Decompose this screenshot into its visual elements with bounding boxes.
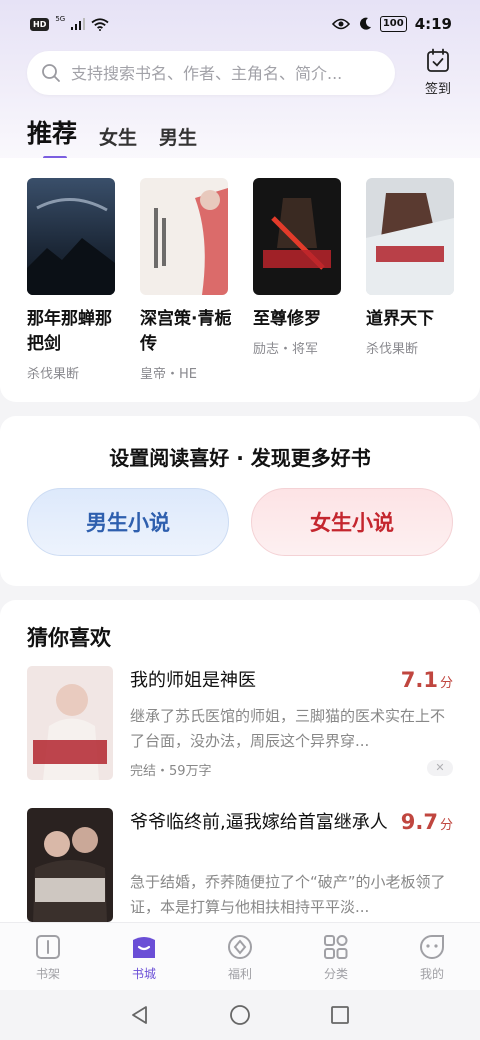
book-cover bbox=[27, 808, 113, 922]
nav-welfare[interactable]: 福利 bbox=[192, 923, 288, 990]
back-icon[interactable] bbox=[129, 1004, 151, 1026]
status-bar: HD 5G 100 4:19 bbox=[0, 0, 480, 48]
score-unit: 分 bbox=[439, 818, 453, 833]
book-cover bbox=[253, 178, 341, 295]
score-unit: 分 bbox=[439, 676, 453, 691]
nav-bookshelf[interactable]: 书架 bbox=[0, 923, 96, 990]
tab-recommend[interactable]: 推荐 bbox=[27, 114, 77, 160]
status-right: 100 4:19 bbox=[331, 15, 452, 33]
wifi-icon bbox=[91, 17, 109, 31]
bookshelf-icon bbox=[36, 935, 60, 959]
search-input[interactable] bbox=[71, 63, 395, 83]
nav-label: 福利 bbox=[227, 967, 252, 981]
preference-title: 设置阅读喜好 · 发现更多好书 bbox=[109, 446, 371, 470]
network-type: 5G bbox=[55, 15, 66, 23]
profile-icon bbox=[420, 935, 444, 959]
book-card[interactable]: 道界天下 杀伐果断 bbox=[366, 178, 454, 357]
tab-male[interactable]: 男生 bbox=[159, 123, 197, 160]
book-title: 爷爷临终前,逼我嫁给首富继承人 bbox=[130, 812, 388, 833]
checkin-label: 签到 bbox=[424, 82, 451, 97]
nav-profile[interactable]: 我的 bbox=[384, 923, 480, 990]
search-bar[interactable] bbox=[27, 51, 395, 95]
book-cover bbox=[366, 178, 454, 295]
list-item[interactable]: 爷爷临终前,逼我嫁给首富继承人 9.7 分 急于结婚，乔荞随便拉了个“破产”的小老… bbox=[27, 808, 457, 926]
bottom-navigation: 书架 书城 福利 分类 我的 bbox=[0, 922, 480, 990]
book-card[interactable]: 至尊修罗 励志・将军 bbox=[253, 178, 341, 357]
calendar-check-icon bbox=[427, 48, 449, 72]
battery-indicator: 100 bbox=[379, 16, 407, 32]
book-description: 继承了苏氏医馆的师姐，三脚猫的医术实在上不了台面，没办法，周辰这个异界穿... bbox=[130, 707, 446, 750]
nav-label: 书城 bbox=[131, 967, 156, 981]
hd-badge: HD bbox=[30, 17, 50, 31]
nav-label: 分类 bbox=[323, 967, 348, 981]
book-tags: 皇帝・HE bbox=[140, 367, 197, 382]
bookstore-icon bbox=[133, 937, 155, 958]
moon-icon bbox=[359, 17, 371, 30]
book-tags: 杀伐果断 bbox=[27, 367, 80, 382]
system-navigation-bar bbox=[0, 990, 480, 1040]
book-tags: 杀伐果断 bbox=[366, 342, 419, 357]
book-title: 那年那蝉那把剑 bbox=[27, 309, 112, 354]
book-description: 急于结婚，乔荞随便拉了个“破产”的小老板领了证，本是打算与他相扶相持平平淡... bbox=[130, 873, 446, 916]
nav-label: 我的 bbox=[419, 967, 444, 981]
book-card[interactable]: 那年那蝉那把剑 杀伐果断 bbox=[27, 178, 115, 382]
book-meta: 完结・59万字 bbox=[130, 764, 212, 779]
book-tags: 励志・将军 bbox=[253, 342, 319, 357]
book-card[interactable]: 深宫策·青栀传 皇帝・HE bbox=[140, 178, 231, 382]
dismiss-button[interactable]: ✕ bbox=[427, 760, 453, 776]
male-novel-button[interactable]: 男生小说 bbox=[27, 488, 229, 556]
section-title: 猜你喜欢 bbox=[27, 626, 111, 650]
list-item[interactable]: 我的师姐是神医 7.1 分 继承了苏氏医馆的师姐，三脚猫的医术实在上不了台面，没办… bbox=[27, 666, 457, 784]
nav-bookstore[interactable]: 书城 bbox=[96, 923, 192, 990]
category-tabs: 推荐 女生 男生 bbox=[27, 114, 197, 160]
book-title: 至尊修罗 bbox=[253, 309, 321, 329]
book-title: 深宫策·青栀传 bbox=[140, 309, 232, 354]
search-icon bbox=[42, 64, 60, 82]
book-score: 7.1 分 bbox=[401, 668, 453, 692]
recommended-section: 那年那蝉那把剑 杀伐果断 深宫策·青栀传 皇帝・HE 至尊修罗 励志・将军 道界… bbox=[0, 158, 480, 402]
nav-category[interactable]: 分类 bbox=[288, 923, 384, 990]
book-score: 9.7 分 bbox=[401, 810, 453, 834]
female-novel-button[interactable]: 女生小说 bbox=[251, 488, 453, 556]
book-cover bbox=[140, 178, 228, 295]
checkin-button[interactable]: 签到 bbox=[418, 48, 458, 97]
book-cover bbox=[27, 666, 113, 780]
status-left: HD 5G bbox=[30, 15, 109, 31]
book-title: 我的师姐是神医 bbox=[130, 670, 256, 691]
category-icon bbox=[324, 935, 348, 959]
signal-icon bbox=[71, 18, 86, 30]
tab-female[interactable]: 女生 bbox=[99, 123, 137, 160]
reading-preference-section: 设置阅读喜好 · 发现更多好书 男生小说 女生小说 bbox=[0, 416, 480, 586]
home-icon[interactable] bbox=[229, 1004, 251, 1026]
eye-icon bbox=[331, 18, 350, 30]
coin-icon bbox=[228, 935, 252, 959]
score-value: 9.7 bbox=[400, 810, 438, 834]
nav-label: 书架 bbox=[35, 967, 60, 981]
book-cover bbox=[27, 178, 115, 295]
recents-icon[interactable] bbox=[329, 1004, 351, 1026]
guess-you-like-section: 猜你喜欢 我的师姐是神医 7.1 分 继承了苏氏医馆的师姐，三脚猫的医术实在上不了… bbox=[0, 600, 480, 930]
status-time: 4:19 bbox=[414, 15, 452, 33]
score-value: 7.1 bbox=[400, 668, 438, 692]
book-title: 道界天下 bbox=[366, 309, 434, 329]
